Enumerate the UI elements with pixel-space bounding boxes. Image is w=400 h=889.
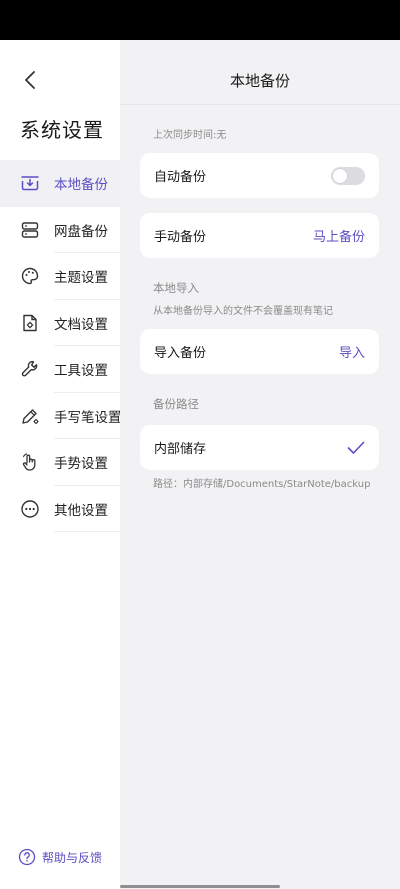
manual-backup-row: 手动备份 马上备份 — [140, 213, 379, 258]
sidebar-item-label: 主题设置 — [54, 270, 108, 287]
help-feedback-label: 帮助与反馈 — [42, 850, 103, 865]
sidebar-item-other[interactable]: 其他设置 — [0, 486, 120, 532]
import-backup-row: 导入备份 导入 — [140, 329, 379, 374]
pen-settings-icon — [20, 406, 40, 426]
help-question-icon — [18, 848, 36, 866]
sidebar-title: 系统设置 — [20, 118, 104, 142]
divider — [54, 531, 120, 532]
settings-sidebar: 系统设置 本地备份 网盘备份 主题设置 文档设置 工具设置 手写笔设置 手势设置… — [0, 40, 122, 889]
status-bar — [0, 0, 400, 40]
toggle-knob — [333, 168, 347, 183]
sidebar-item-label: 手势设置 — [54, 456, 108, 473]
sidebar-item-local-backup[interactable]: 本地备份 — [0, 160, 120, 207]
local-backup-panel: 本地备份 上次同步时间:无 自动备份 手动备份 马上备份 本地导入 从本地备份导… — [120, 40, 400, 889]
help-feedback-link[interactable]: 帮助与反馈 — [18, 848, 102, 866]
backup-now-button[interactable]: 马上备份 — [313, 226, 365, 245]
cloud-drive-icon — [20, 220, 40, 240]
internal-storage-row[interactable]: 内部储存 — [140, 425, 379, 470]
sidebar-item-tools[interactable]: 工具设置 — [0, 346, 120, 393]
auto-backup-row: 自动备份 — [140, 153, 379, 198]
sidebar-item-cloud-backup[interactable]: 网盘备份 — [0, 207, 120, 253]
sidebar-item-label: 工具设置 — [54, 363, 108, 380]
sidebar-item-document[interactable]: 文档设置 — [0, 300, 120, 346]
header-divider — [120, 104, 400, 105]
sidebar-item-gesture[interactable]: 手势设置 — [0, 439, 120, 486]
checkmark-icon — [347, 441, 365, 454]
import-hint-text: 从本地备份导入的文件不会覆盖现有笔记 — [153, 306, 333, 317]
page-title: 本地备份 — [229, 72, 290, 90]
more-dots-icon — [20, 499, 40, 519]
gesture-hand-icon — [20, 452, 40, 472]
sidebar-item-theme[interactable]: 主题设置 — [0, 253, 120, 300]
sidebar-item-label: 手写笔设置 — [54, 409, 122, 426]
local-backup-icon — [20, 173, 40, 193]
backup-path-text: 路径：内部存储/Documents/StarNote/backup — [153, 479, 371, 490]
wrench-icon — [20, 359, 40, 379]
auto-backup-toggle[interactable] — [331, 166, 365, 185]
import-section-title: 本地导入 — [153, 281, 199, 295]
back-button[interactable] — [18, 68, 42, 92]
internal-storage-label: 内部储存 — [154, 442, 207, 457]
sidebar-item-pen[interactable]: 手写笔设置 — [0, 393, 122, 439]
path-section-title: 备份路径 — [153, 397, 199, 411]
sidebar-item-label: 文档设置 — [54, 316, 108, 333]
sidebar-item-label: 网盘备份 — [54, 223, 108, 240]
last-sync-text: 上次同步时间:无 — [153, 130, 227, 141]
palette-icon — [20, 266, 40, 286]
settings-nav: 本地备份 网盘备份 主题设置 文档设置 工具设置 手写笔设置 手势设置 其他设置 — [0, 160, 122, 532]
import-button[interactable]: 导入 — [339, 342, 365, 361]
import-backup-label: 导入备份 — [154, 346, 207, 361]
sidebar-item-label: 本地备份 — [54, 177, 108, 194]
document-settings-icon — [20, 313, 40, 333]
sidebar-item-label: 其他设置 — [54, 502, 108, 519]
home-indicator — [120, 885, 280, 888]
manual-backup-label: 手动备份 — [154, 230, 207, 245]
back-arrow-icon — [25, 71, 35, 89]
auto-backup-label: 自动备份 — [154, 170, 207, 185]
